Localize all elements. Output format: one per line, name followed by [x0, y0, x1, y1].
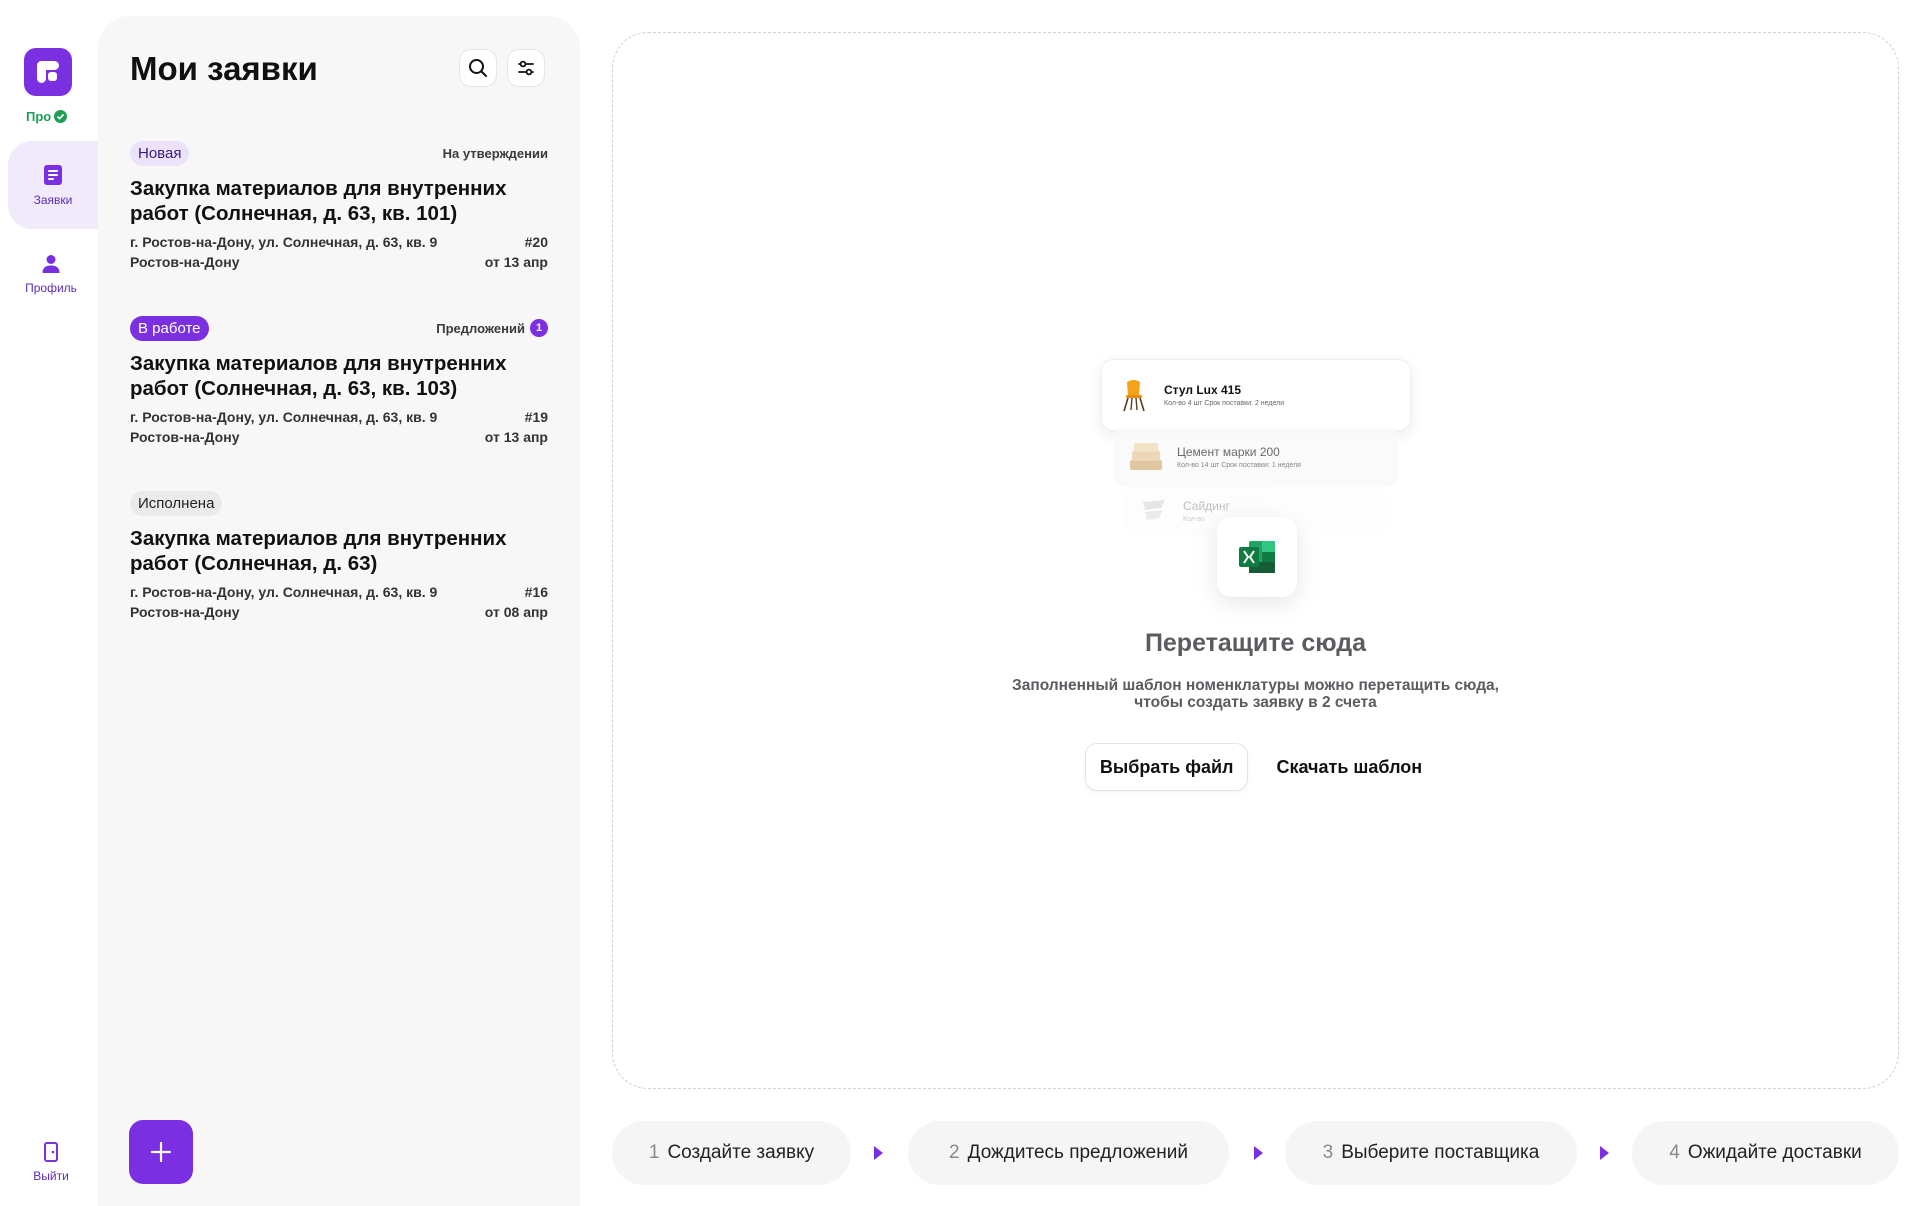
- order-city: Ростов-на-Дону: [130, 429, 240, 445]
- app-logo[interactable]: [24, 48, 72, 96]
- order-title: Закупка материалов для внутренних работ …: [130, 527, 507, 575]
- plus-icon: [150, 1141, 172, 1163]
- order-card[interactable]: Исполнена Закупка материалов для внутрен…: [130, 489, 548, 622]
- step-label: Дождитесь предложений: [967, 1142, 1188, 1163]
- step-arrow-icon: [874, 1146, 883, 1160]
- step-item: 3 Выберите поставщика: [1285, 1121, 1577, 1185]
- order-title: Закупка материалов для внутренних работ …: [130, 352, 507, 400]
- step-number: 3: [1322, 1142, 1334, 1163]
- user-icon: [42, 255, 60, 273]
- nav-label-profile: Профиль: [25, 281, 77, 295]
- search-icon: [469, 59, 487, 77]
- offers-label: Предложений: [436, 320, 525, 336]
- order-date: от 13 апр: [484, 429, 548, 445]
- status-badge: Исполнена: [130, 490, 223, 516]
- excel-icon: [1239, 541, 1275, 573]
- order-address: г. Ростов-на-Дону, ул. Солнечная, д. 63,…: [130, 409, 438, 425]
- template-preview: Стул Lux 415 Кол-во 4 шт Срок поставки: …: [1101, 359, 1413, 619]
- process-steps: 1 Создайте заявку 2 Дождитесь предложени…: [612, 1121, 1899, 1185]
- excel-file: [1217, 517, 1297, 597]
- order-card[interactable]: Новая На утверждении Закупка материалов …: [130, 139, 548, 272]
- verified-icon: [54, 110, 68, 123]
- search-button[interactable]: [459, 49, 497, 87]
- approval-status: На утверждении: [443, 146, 548, 161]
- step-item: 2 Дождитесь предложений: [908, 1121, 1229, 1185]
- logo-icon: [37, 61, 59, 83]
- order-address: г. Ростов-на-Дону, ул. Солнечная, д. 63,…: [130, 584, 438, 600]
- pro-label: Про: [26, 109, 52, 124]
- dropzone-description: Заполненный шаблон номенклатуры можно пе…: [613, 677, 1898, 711]
- step-arrow-icon: [1600, 1146, 1609, 1160]
- file-dropzone[interactable]: Стул Lux 415 Кол-во 4 шт Срок поставки: …: [612, 32, 1899, 1089]
- app-root: Про Заявки Профиль Выйти Мои заявки Нова…: [0, 0, 1919, 1206]
- filter-button[interactable]: [507, 49, 545, 87]
- download-template-button[interactable]: Скачать шаблон: [1272, 743, 1426, 791]
- pro-badge: Про: [26, 109, 68, 124]
- step-arrow-icon: [1254, 1146, 1263, 1160]
- order-number: #19: [524, 409, 548, 425]
- nav-item-profile[interactable]: Профиль: [8, 230, 94, 318]
- logout-label: Выйти: [33, 1169, 69, 1183]
- offers-indicator: Предложений 1: [436, 319, 548, 337]
- logout-button[interactable]: Выйти: [8, 1118, 94, 1206]
- step-item: 4 Ожидайте доставки: [1632, 1121, 1899, 1185]
- order-address: г. Ростов-на-Дону, ул. Солнечная, д. 63,…: [130, 234, 438, 250]
- order-date: от 13 апр: [484, 254, 548, 270]
- choose-file-button[interactable]: Выбрать файл: [1084, 743, 1249, 791]
- approval-label: На утверждении: [442, 145, 548, 161]
- door-icon: [44, 1142, 58, 1162]
- page-title: Мои заявки: [130, 50, 318, 87]
- description-line: чтобы создать заявку в 2 счета: [1134, 694, 1377, 711]
- order-city: Ростов-на-Дону: [130, 604, 240, 620]
- step-number: 2: [949, 1142, 960, 1163]
- step-item: 1 Создайте заявку: [612, 1121, 851, 1185]
- dropzone-title: Перетащите сюда: [1144, 629, 1367, 657]
- left-rail: Про Заявки Профиль Выйти: [0, 0, 98, 1206]
- cement-bags-icon: [1130, 443, 1162, 470]
- step-label: Ожидайте доставки: [1687, 1142, 1862, 1163]
- order-number: #16: [524, 584, 548, 600]
- orders-icon: [44, 165, 62, 185]
- order-title: Закупка материалов для внутренних работ …: [130, 177, 507, 225]
- step-number: 1: [648, 1142, 660, 1163]
- filter-icon: [518, 60, 534, 76]
- card-name: Сайдинг: [1183, 499, 1230, 513]
- card-sub: Кол-во 14 шт Срок поставки: 1 неделя: [1177, 462, 1301, 469]
- preview-card: Цемент марки 200 Кол-во 14 шт Срок поста…: [1113, 427, 1399, 487]
- add-order-button[interactable]: [129, 1120, 193, 1184]
- card-name: Стул Lux 415: [1164, 383, 1242, 397]
- orders-panel: Мои заявки Новая На утверждении Закупка …: [98, 16, 580, 1206]
- chair-icon: [1123, 380, 1145, 412]
- nav-label-orders: Заявки: [33, 193, 73, 207]
- offers-count: 1: [530, 319, 548, 337]
- status-badge: В работе: [130, 315, 209, 341]
- order-date: от 08 апр: [484, 604, 548, 620]
- nav-item-orders[interactable]: Заявки: [8, 141, 98, 229]
- siding-icon: [1143, 500, 1165, 520]
- card-sub: Кол-во 4 шт Срок поставки: 2 недели: [1164, 400, 1285, 407]
- preview-card: Стул Lux 415 Кол-во 4 шт Срок поставки: …: [1101, 359, 1411, 431]
- step-label: Выберите поставщика: [1341, 1142, 1540, 1163]
- step-label: Создайте заявку: [667, 1142, 815, 1163]
- description-line: Заполненный шаблон номенклатуры можно пе…: [1012, 677, 1499, 694]
- status-badge: Новая: [130, 140, 190, 166]
- order-number: #20: [524, 234, 548, 250]
- step-number: 4: [1669, 1142, 1680, 1163]
- order-city: Ростов-на-Дону: [130, 254, 240, 270]
- order-card[interactable]: В работе Предложений 1 Закупка материало…: [130, 314, 548, 447]
- card-name: Цемент марки 200: [1177, 445, 1280, 459]
